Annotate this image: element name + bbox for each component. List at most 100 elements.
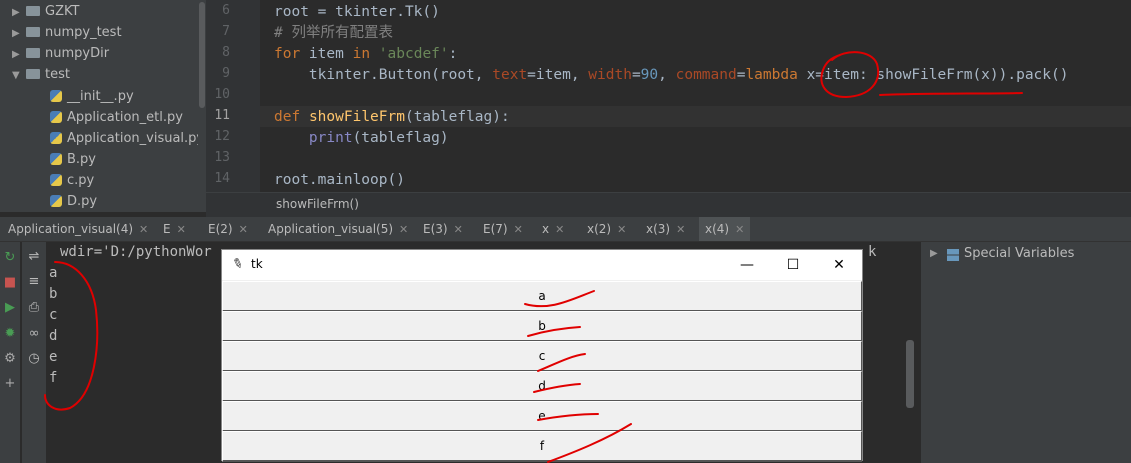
tree-item-label: __init__.py — [67, 89, 134, 104]
folder-icon — [26, 6, 40, 16]
tab-e-7[interactable]: E(7) ✕ — [477, 217, 529, 241]
tree-item-label: numpy_test — [45, 25, 122, 40]
tab-e[interactable]: E ✕ — [157, 217, 192, 241]
tree-file[interactable]: c.py — [50, 170, 94, 191]
breadcrumb[interactable]: showFileFrm() — [206, 192, 1131, 217]
history-icon[interactable]: ◷ — [24, 351, 44, 366]
folder-icon — [26, 27, 40, 37]
close-icon[interactable]: ✕ — [454, 223, 463, 236]
tree-file[interactable]: Application_visual.py — [50, 128, 198, 149]
chevron-right-icon[interactable]: ▶ — [930, 248, 938, 259]
tk-button-a[interactable]: a — [222, 281, 862, 312]
minimize-icon: — — [740, 257, 754, 273]
close-icon[interactable]: ✕ — [239, 223, 248, 236]
glasses-icon[interactable]: ∞ — [24, 326, 44, 341]
chevron-right-icon[interactable]: ▶ — [12, 44, 26, 65]
folder-icon — [26, 48, 40, 58]
soft-wrap-icon[interactable]: ⇌ — [24, 249, 44, 264]
tree-file[interactable]: B.py — [50, 149, 96, 170]
line-number: 10 — [214, 87, 230, 102]
maximize-button[interactable]: ☐ — [770, 250, 816, 280]
print-icon[interactable]: ⎙ — [24, 300, 44, 315]
tab-x-4[interactable]: x(4) ✕ — [699, 217, 751, 241]
close-icon[interactable]: ✕ — [177, 223, 186, 236]
chevron-right-icon[interactable]: ▶ — [12, 23, 26, 44]
line-gutter: 6 7 8 9 10 11 12 13 14 — [206, 0, 260, 192]
tree-folder-numpy-test[interactable]: ▶ numpy_test — [12, 22, 122, 43]
special-variables-label[interactable]: Special Variables — [964, 246, 1074, 261]
code-line-7[interactable]: # 列举所有配置表 — [274, 23, 393, 44]
chevron-right-icon[interactable]: ▶ — [12, 2, 26, 23]
tree-scrollbar[interactable] — [198, 0, 206, 212]
python-file-icon — [50, 195, 62, 207]
tk-button-c[interactable]: c — [222, 341, 862, 372]
tab-x-2[interactable]: x(2) ✕ — [581, 217, 632, 241]
close-icon[interactable]: ✕ — [676, 223, 685, 236]
scroll-end-icon[interactable]: ≡ — [24, 274, 44, 289]
console-output-line: a — [49, 265, 58, 281]
stop-icon[interactable]: ■ — [0, 275, 20, 290]
tree-file[interactable]: __init__.py — [50, 86, 134, 107]
tree-item-label: c.py — [67, 173, 95, 188]
tab-application-visual-4[interactable]: Application_visual(4) ✕ — [2, 217, 154, 241]
line-number: 11 — [214, 108, 230, 123]
close-icon[interactable]: ✕ — [139, 223, 148, 236]
tree-folder-test[interactable]: ▼ test — [12, 64, 70, 85]
add-icon[interactable]: + — [0, 376, 20, 391]
tab-x-3[interactable]: x(3) ✕ — [640, 217, 691, 241]
close-icon[interactable]: ✕ — [617, 223, 626, 236]
close-icon[interactable]: ✕ — [514, 223, 523, 236]
tab-label: E(2) — [208, 222, 233, 236]
tree-item-label: GZKT — [45, 4, 80, 19]
code-line-8[interactable]: for item in 'abcdef': — [274, 44, 457, 65]
close-icon[interactable]: ✕ — [555, 223, 564, 236]
tab-x[interactable]: x ✕ — [536, 217, 570, 241]
tree-item-label: Application_visual.py — [67, 131, 198, 146]
python-file-icon — [50, 153, 62, 165]
tk-button-e[interactable]: e — [222, 401, 862, 432]
code-line-9[interactable]: tkinter.Button(root, text=item, width=90… — [274, 65, 1069, 86]
tree-item-label: numpyDir — [45, 46, 110, 61]
breadcrumb-label[interactable]: showFileFrm() — [276, 197, 359, 211]
code-line-12[interactable]: print(tableflag) — [274, 128, 449, 149]
tree-folder-numpydir[interactable]: ▶ numpyDir — [12, 43, 109, 64]
tab-e-3[interactable]: E(3) ✕ — [417, 217, 469, 241]
console-scrollbar-thumb[interactable] — [906, 340, 914, 408]
folder-icon — [26, 69, 40, 79]
tab-label: E(7) — [483, 222, 508, 236]
code-line-6[interactable]: root = tkinter.Tk() — [274, 2, 440, 23]
run-icon[interactable]: ▶ — [0, 300, 20, 315]
tab-label: E — [163, 222, 171, 236]
tree-file[interactable]: D.py — [50, 191, 97, 212]
tree-file[interactable]: Application_etl.py — [50, 107, 183, 128]
tk-button-f[interactable]: f — [222, 431, 862, 462]
close-icon[interactable]: ✕ — [735, 223, 744, 236]
console-output-line: f — [49, 370, 58, 386]
scrollbar-thumb[interactable] — [199, 2, 205, 108]
chevron-down-icon[interactable]: ▼ — [12, 65, 26, 86]
run-toolbar: ↻ ■ ▶ ✹ ⚙ + — [0, 242, 20, 463]
python-file-icon — [50, 132, 62, 144]
tree-item-label: B.py — [67, 152, 96, 167]
debug-icon[interactable]: ✹ — [0, 326, 20, 341]
settings-icon[interactable]: ⚙ — [0, 351, 20, 366]
code-line-14[interactable]: root.mainloop() — [274, 170, 405, 191]
tab-e-2[interactable]: E(2) ✕ — [202, 217, 254, 241]
tk-button-b[interactable]: b — [222, 311, 862, 342]
console-toolbar: ⇌ ≡ ⎙ ∞ ◷ — [22, 242, 46, 463]
tree-folder-gzkt[interactable]: ▶ GZKT — [12, 1, 79, 22]
tk-button-d[interactable]: d — [222, 371, 862, 402]
tab-label: Application_visual(5) — [268, 222, 394, 236]
rerun-icon[interactable]: ↻ — [0, 250, 20, 265]
python-file-icon — [50, 174, 62, 186]
close-icon[interactable]: ✕ — [399, 223, 408, 236]
console-output-line: c — [49, 307, 58, 323]
close-button[interactable]: ✕ — [816, 250, 862, 280]
line-number: 6 — [222, 3, 230, 18]
tab-application-visual-5[interactable]: Application_visual(5) ✕ — [262, 217, 414, 241]
minimize-button[interactable]: — — [724, 250, 770, 280]
python-file-icon — [50, 111, 62, 123]
tk-titlebar[interactable]: ✎ tk — ☐ ✕ — [222, 250, 862, 280]
variables-panel: ▶ Special Variables — [920, 242, 1131, 463]
code-line-11[interactable]: def showFileFrm(tableflag): — [274, 107, 510, 128]
